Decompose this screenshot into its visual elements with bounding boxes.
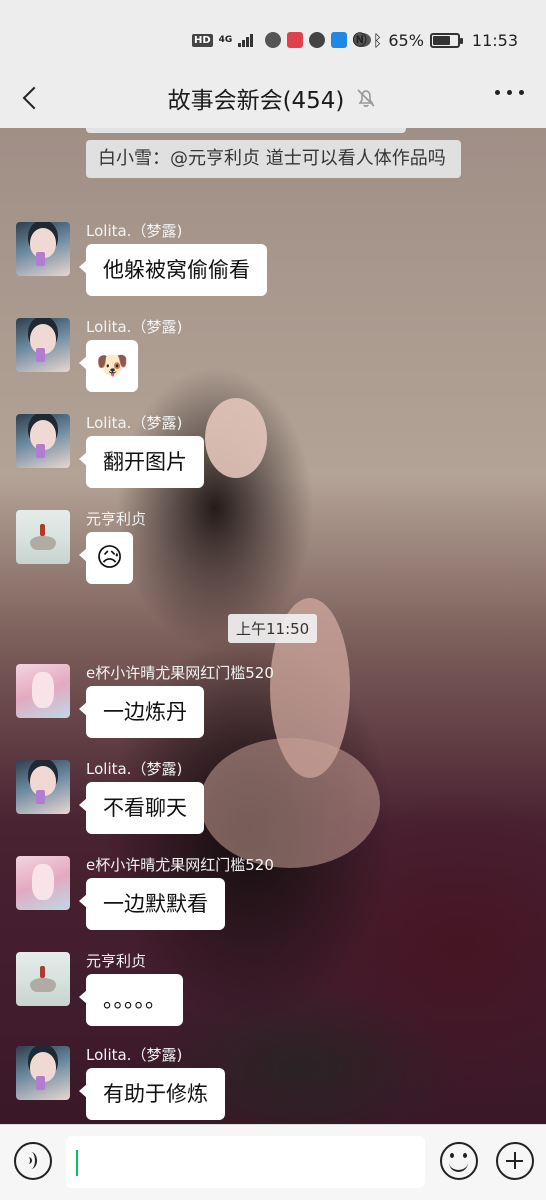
app-icon: [331, 32, 348, 48]
sender-name: Lolita.（梦露): [86, 222, 183, 240]
avatar[interactable]: [16, 856, 70, 910]
app-icon: [287, 32, 304, 48]
message-item: e杯小许晴尤果网红门槛520 一边炼丹: [16, 664, 274, 738]
message-item: Lolita.（梦露) 翻开图片: [16, 414, 204, 488]
message-item: e杯小许晴尤果网红门槛520 一边默默看: [16, 856, 274, 930]
message-item: Lolita.（梦露) 不看聊天: [16, 760, 204, 834]
avatar[interactable]: [16, 414, 70, 468]
sender-name: e杯小许晴尤果网红门槛520: [86, 664, 274, 682]
avatar[interactable]: [16, 222, 70, 276]
status-icons: HD 4G: [192, 28, 372, 52]
message-bubble[interactable]: 不看聊天: [79, 782, 204, 834]
sender-name: Lolita.（梦露): [86, 760, 183, 778]
avatar[interactable]: [16, 318, 70, 372]
network-type: 4G: [218, 34, 233, 45]
app-icon: [309, 32, 326, 48]
quoted-message[interactable]: 白小雪：@元亨利贞 道士可以看人体作品吗: [86, 140, 461, 178]
emoji-button[interactable]: [440, 1142, 478, 1180]
input-bar: [0, 1124, 546, 1200]
message-bubble[interactable]: 一边炼丹: [79, 686, 204, 738]
message-item: Lolita.（梦露) 他躲被窝偷偷看: [16, 222, 267, 296]
avatar[interactable]: [16, 1046, 70, 1100]
message-bubble[interactable]: 翻开图片: [79, 436, 204, 488]
sender-name: 元亨利贞: [86, 510, 147, 528]
background-photo: [205, 398, 267, 478]
sender-name: 元亨利贞: [86, 952, 147, 970]
message-bubble[interactable]: 一边默默看: [79, 878, 225, 930]
message-item: 元亨利贞 。。。。。: [16, 952, 183, 1026]
back-button[interactable]: [14, 80, 50, 116]
more-actions-button[interactable]: [496, 1142, 534, 1180]
message-bubble[interactable]: 有助于修炼: [79, 1068, 225, 1120]
app-icon: [265, 32, 282, 48]
message-bubble[interactable]: 他躲被窝偷偷看: [79, 244, 267, 296]
sender-name: Lolita.（梦露): [86, 414, 183, 432]
signal-icon: [238, 33, 254, 47]
sticker-bubble[interactable]: 🐶: [78, 340, 139, 392]
text-caret: [76, 1150, 78, 1176]
sticker-bubble[interactable]: 😥: [78, 532, 134, 584]
avatar[interactable]: [16, 952, 70, 1006]
chat-title: 故事会新会(454): [167, 88, 345, 114]
sender-name: e杯小许晴尤果网红门槛520: [86, 856, 274, 874]
hd-icon: HD: [192, 33, 213, 47]
chat-message-list[interactable]: 白小雪：@元亨利贞 道士可以看人体作品吗 Lolita.（梦露) 他躲被窝偷偷看…: [0, 128, 546, 1124]
message-item: Lolita.（梦露) 🐶: [16, 318, 182, 392]
bluetooth-icon: ᛒ: [372, 30, 383, 50]
voice-input-button[interactable]: [14, 1142, 52, 1180]
clock: 11:53: [471, 30, 518, 50]
more-options-button[interactable]: [495, 90, 524, 95]
message-bubble[interactable]: 。。。。。: [79, 974, 183, 1026]
nfc-icon: Ⓝ: [352, 33, 367, 49]
sender-name: Lolita.（梦露): [86, 1046, 183, 1064]
avatar[interactable]: [16, 760, 70, 814]
time-divider: 上午11:50: [228, 614, 318, 643]
message-input[interactable]: [66, 1136, 425, 1188]
avatar[interactable]: [16, 664, 70, 718]
chat-title-group: 故事会新会(454): [168, 81, 379, 115]
avatar[interactable]: [16, 510, 70, 564]
battery-icon: [429, 32, 463, 48]
message-item: 元亨利贞 😥: [16, 510, 146, 584]
mute-bell-icon: [357, 89, 375, 107]
background-photo-detail: [200, 738, 380, 868]
battery-percent: 65%: [388, 30, 424, 50]
chat-header: 故事会新会(454): [0, 68, 546, 128]
message-item: Lolita.（梦露) 有助于修炼: [16, 1046, 225, 1120]
sender-name: Lolita.（梦露): [86, 318, 183, 336]
status-right: Ⓝ ᛒ 65% 11:53: [353, 28, 518, 52]
previous-message-edge: [86, 128, 406, 133]
